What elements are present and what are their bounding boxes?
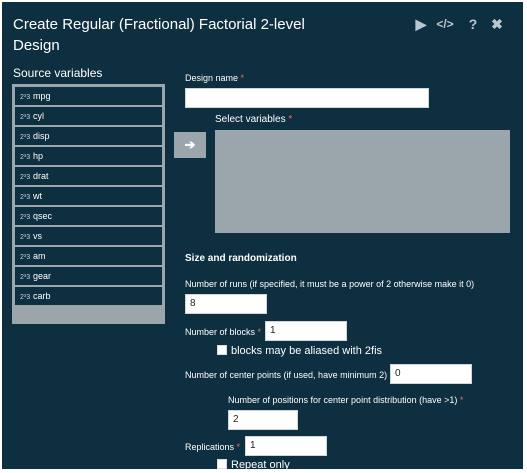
numeric-variable-icon: 2³3 <box>20 94 31 101</box>
numeric-variable-icon: 2³3 <box>20 154 31 161</box>
blocks-aliased-label: blocks may be aliased with 2fis <box>231 345 383 357</box>
variable-item-qsec[interactable]: 2³3 qsec <box>15 207 162 225</box>
variable-item-hp[interactable]: 2³3 hp <box>15 147 162 165</box>
help-icon[interactable]: ? <box>464 15 482 33</box>
arrow-right-icon: ➔ <box>184 137 196 152</box>
numeric-variable-icon: 2³3 <box>20 194 31 201</box>
numeric-variable-icon: 2³3 <box>20 214 31 221</box>
variable-item-gear[interactable]: 2³3 gear <box>15 267 162 285</box>
selected-variables-box[interactable] <box>215 130 510 233</box>
replications-input[interactable]: 1 <box>245 436 327 456</box>
variable-item-vs[interactable]: 2³3 vs <box>15 227 162 245</box>
number-of-blocks-input[interactable]: 1 <box>265 321 347 341</box>
number-of-runs-label: Number of runs (if specified, it must be… <box>185 279 475 289</box>
variable-label: cyl <box>33 111 44 121</box>
dialog-window: Create Regular (Fractional) Factorial 2-… <box>2 2 523 469</box>
variable-label: disp <box>33 131 50 141</box>
required-marker: * <box>257 327 262 337</box>
number-of-blocks-label: Number of blocks * <box>185 327 262 337</box>
source-variables-list: 2³3 mpg 2³3 cyl 2³3 disp 2³3 hp 2³3 drat 2³3 w… <box>15 87 162 307</box>
variable-item-carb[interactable]: 2³3 carb <box>15 287 162 305</box>
center-positions-label: Number of positions for center point dis… <box>228 395 464 405</box>
numeric-variable-icon: 2³3 <box>20 294 31 301</box>
source-variables-panel: 2³3 mpg 2³3 cyl 2³3 disp 2³3 hp 2³3 drat 2³3 w… <box>12 84 165 324</box>
blocks-aliased-checkbox[interactable] <box>217 345 227 356</box>
center-positions-input[interactable]: 2 <box>228 410 298 430</box>
variable-label: wt <box>33 191 42 201</box>
code-icon[interactable]: </> <box>436 15 454 33</box>
dialog-title: Create Regular (Fractional) Factorial 2-… <box>13 16 305 54</box>
variable-label: gear <box>33 271 52 281</box>
source-variables-label: Source variables <box>13 66 103 80</box>
variable-label: drat <box>33 171 49 181</box>
variable-item-cyl[interactable]: 2³3 cyl <box>15 107 162 125</box>
replications-label: Replications * <box>185 442 241 452</box>
design-name-label: Design name * <box>185 73 245 83</box>
numeric-variable-icon: 2³3 <box>20 274 31 281</box>
center-points-input[interactable]: 0 <box>390 364 472 384</box>
select-variables-label: Select variables * <box>215 114 293 125</box>
numeric-variable-icon: 2³3 <box>20 114 31 121</box>
variable-item-drat[interactable]: 2³3 drat <box>15 167 162 185</box>
repeat-only-row: Repeat only <box>217 459 290 469</box>
variable-item-mpg[interactable]: 2³3 mpg <box>15 87 162 105</box>
size-randomization-heading: Size and randomization <box>185 253 297 264</box>
required-marker: * <box>459 395 464 405</box>
blocks-aliased-row: blocks may be aliased with 2fis <box>217 345 382 358</box>
required-marker: * <box>236 442 241 452</box>
required-marker: * <box>240 73 245 83</box>
numeric-variable-icon: 2³3 <box>20 254 31 261</box>
move-to-selected-button[interactable]: ➔ <box>174 132 206 158</box>
variable-label: mpg <box>33 91 51 101</box>
design-name-input[interactable] <box>185 88 429 108</box>
variable-label: hp <box>33 151 44 161</box>
variable-item-disp[interactable]: 2³3 disp <box>15 127 162 145</box>
variable-label: vs <box>33 231 42 241</box>
variable-label: am <box>33 251 46 261</box>
run-icon[interactable]: ▶ <box>412 15 430 33</box>
center-points-label: Number of center points (if used, have m… <box>185 369 393 381</box>
repeat-only-checkbox[interactable] <box>217 459 227 469</box>
numeric-variable-icon: 2³3 <box>20 134 31 141</box>
variable-label: qsec <box>33 211 53 221</box>
variable-item-wt[interactable]: 2³3 wt <box>15 187 162 205</box>
close-icon[interactable]: ✖ <box>488 15 506 33</box>
repeat-only-label: Repeat only <box>231 459 290 469</box>
variable-label: carb <box>33 291 51 301</box>
numeric-variable-icon: 2³3 <box>20 174 31 181</box>
variable-item-am[interactable]: 2³3 am <box>15 247 162 265</box>
number-of-runs-input[interactable]: 8 <box>185 294 267 314</box>
required-marker: * <box>288 114 293 125</box>
numeric-variable-icon: 2³3 <box>20 234 31 241</box>
